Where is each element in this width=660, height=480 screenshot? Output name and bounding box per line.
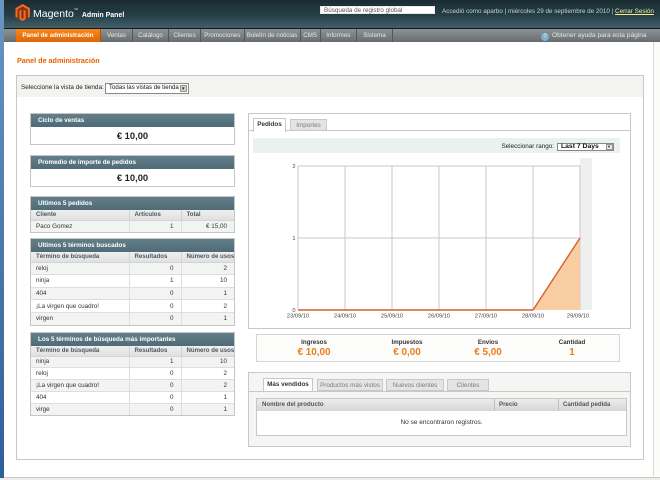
svg-text:29/09/10: 29/09/10 [567, 314, 589, 320]
svg-text:28/09/10: 28/09/10 [522, 314, 544, 320]
svg-text:24/09/10: 24/09/10 [334, 314, 356, 320]
svg-text:23/09/10: 23/09/10 [287, 314, 309, 320]
svg-text:25/09/10: 25/09/10 [381, 314, 403, 320]
svg-text:27/09/10: 27/09/10 [475, 314, 497, 320]
svg-text:2: 2 [292, 164, 295, 170]
svg-text:26/09/10: 26/09/10 [428, 314, 450, 320]
svg-text:1: 1 [292, 236, 295, 242]
